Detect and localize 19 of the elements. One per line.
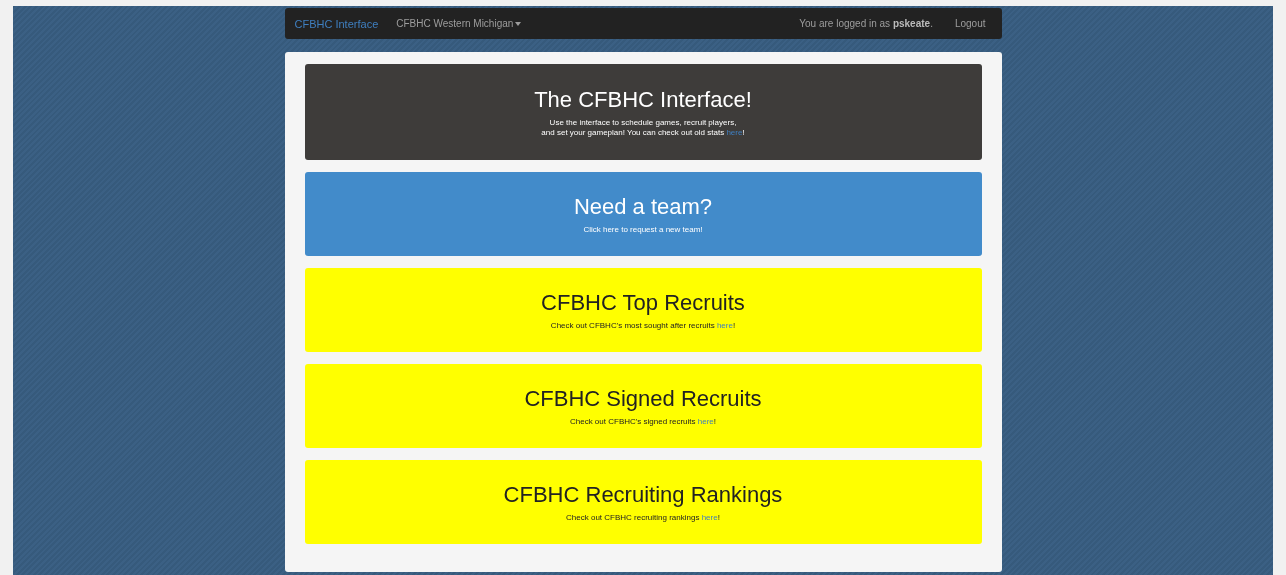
- card-text: Click here to request a new team!: [583, 224, 703, 235]
- here-link[interactable]: here: [697, 416, 714, 426]
- card-title: The CFBHC Interface!: [534, 86, 752, 113]
- here-link[interactable]: here: [716, 320, 733, 330]
- card-text: Check out CFBHC recruiting rankings here!: [566, 512, 720, 523]
- card-title: Need a team?: [573, 193, 713, 220]
- card-title: CFBHC Recruiting Rankings: [503, 481, 783, 508]
- login-status: You are logged in as pskeate.: [799, 18, 933, 29]
- card-text: Check out CFBHC's most sought after recruits here!: [550, 320, 736, 331]
- card-title: CFBHC Top Recruits: [541, 289, 745, 316]
- card-text: Check out CFBHC's signed recruits here!: [569, 416, 716, 427]
- logout-link[interactable]: Logout: [954, 18, 986, 29]
- team-menu[interactable]: CFBHC Western Michigan: [396, 18, 522, 29]
- card-title: CFBHC Signed Recruits: [524, 385, 762, 412]
- card-text: and set your gameplan! You can check out old stats here!: [541, 127, 745, 138]
- caret-icon: [515, 21, 522, 26]
- card-text: Use the interface to schedule games, recruit players,: [549, 117, 737, 128]
- brand-link[interactable]: CFBHC Interface: [294, 17, 379, 30]
- here-link[interactable]: here: [701, 512, 718, 522]
